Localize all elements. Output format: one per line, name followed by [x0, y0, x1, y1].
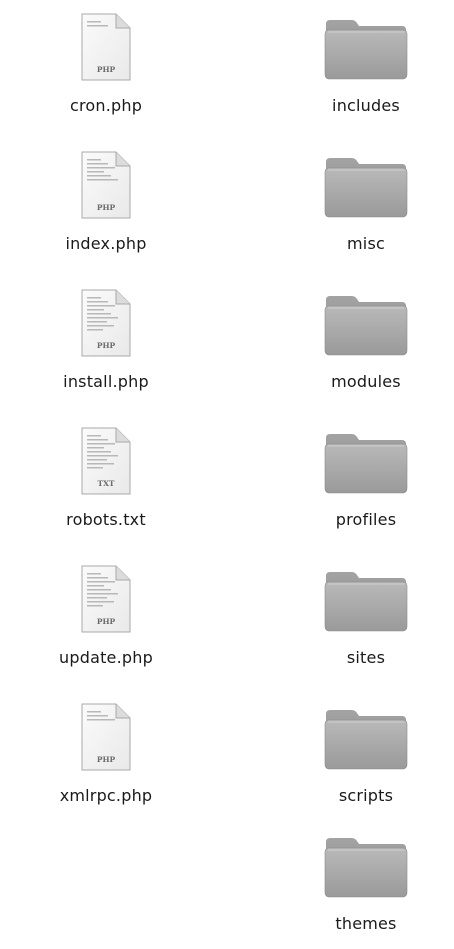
folder-name: scripts: [338, 786, 394, 805]
folder-item[interactable]: scripts: [296, 698, 436, 818]
folder-name: themes: [335, 914, 397, 933]
file-name: index.php: [65, 234, 147, 253]
php-file-icon: PHP: [56, 560, 156, 638]
folder-icon: [316, 146, 416, 224]
folder-item[interactable]: misc: [296, 146, 436, 266]
folder-icon: [316, 826, 416, 904]
folder-name: modules: [331, 372, 401, 391]
folder-name: misc: [347, 234, 385, 253]
file-name: cron.php: [69, 96, 143, 115]
file-type-badge: TXT: [98, 479, 115, 488]
folder-name: includes: [332, 96, 400, 115]
folder-item[interactable]: profiles: [296, 422, 436, 542]
folder-icon: [316, 422, 416, 500]
folder-item[interactable]: themes: [296, 826, 436, 946]
php-file-icon: PHP: [56, 698, 156, 776]
file-name: robots.txt: [66, 510, 146, 529]
php-file-icon: PHP: [56, 146, 156, 224]
folder-item[interactable]: sites: [296, 560, 436, 680]
php-file-icon: PHP: [56, 8, 156, 86]
folder-name: sites: [346, 648, 386, 667]
file-type-badge: PHP: [97, 65, 116, 74]
file-name: install.php: [63, 372, 149, 391]
file-item[interactable]: PHP install.php: [36, 284, 176, 404]
file-item[interactable]: TXT robots.txt: [36, 422, 176, 542]
file-item[interactable]: PHP cron.php: [36, 8, 176, 128]
folder-icon: [316, 284, 416, 362]
file-type-badge: PHP: [97, 755, 116, 764]
folder-item[interactable]: modules: [296, 284, 436, 404]
php-file-icon: PHP: [56, 284, 156, 362]
file-name: update.php: [59, 648, 153, 667]
file-item[interactable]: PHP index.php: [36, 146, 176, 266]
folder-icon: [316, 698, 416, 776]
txt-file-icon: TXT: [56, 422, 156, 500]
file-type-badge: PHP: [97, 617, 116, 626]
folder-icon: [316, 8, 416, 86]
folder-item[interactable]: includes: [296, 8, 436, 128]
file-item[interactable]: PHP xmlrpc.php: [36, 698, 176, 818]
file-type-badge: PHP: [97, 203, 116, 212]
file-name: xmlrpc.php: [59, 786, 153, 805]
file-type-badge: PHP: [97, 341, 116, 350]
folder-name: profiles: [335, 510, 397, 529]
file-item[interactable]: PHP update.php: [36, 560, 176, 680]
folder-icon: [316, 560, 416, 638]
